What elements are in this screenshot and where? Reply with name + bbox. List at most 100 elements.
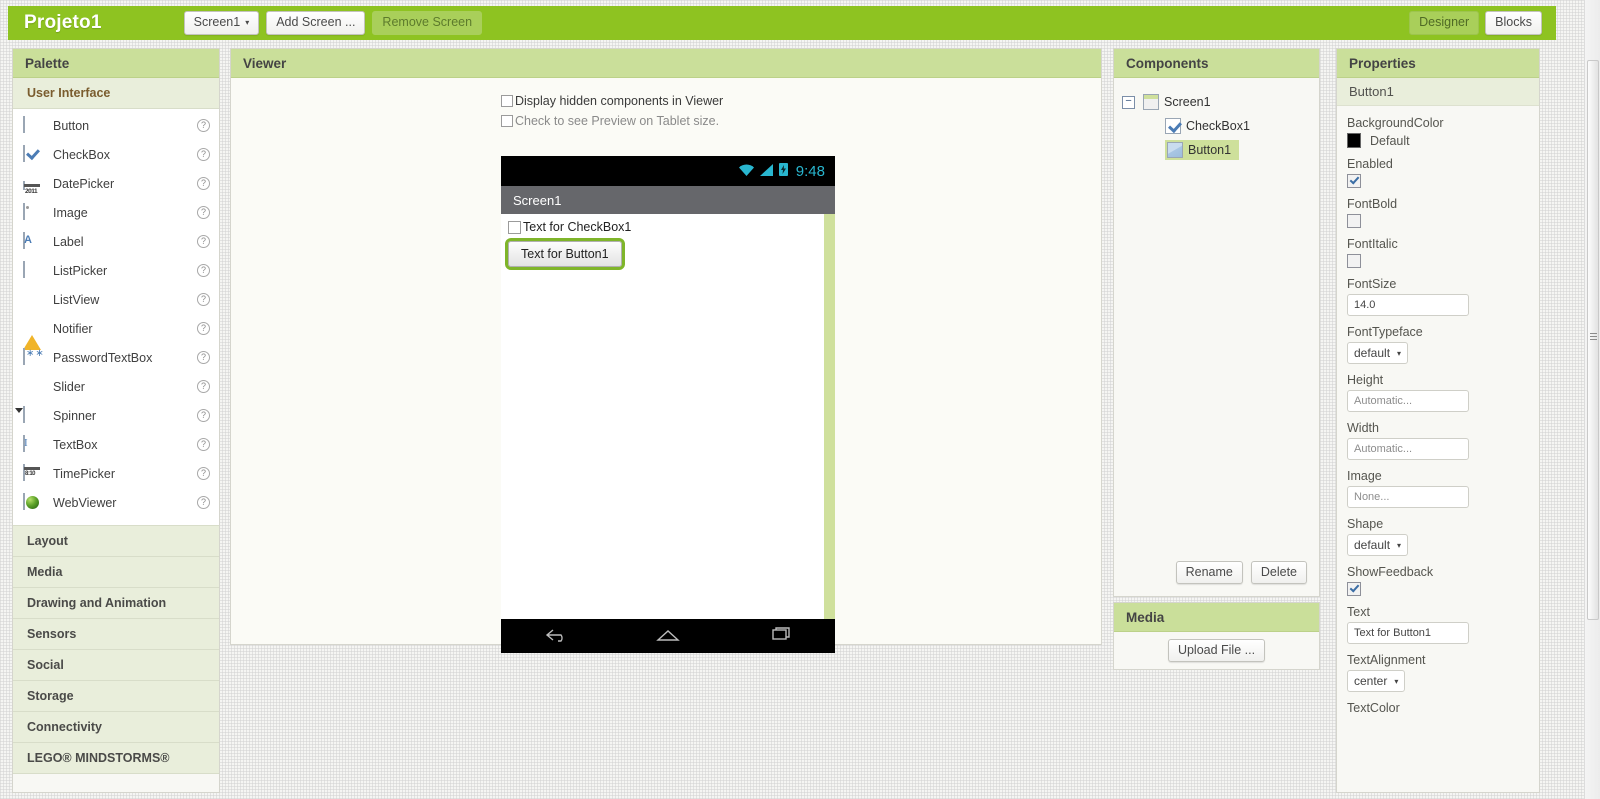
properties-header: Properties [1337, 49, 1539, 78]
property-input-fontsize[interactable]: 14.0 [1347, 294, 1469, 316]
help-icon[interactable]: ? [197, 264, 210, 277]
help-icon[interactable]: ? [197, 438, 210, 451]
checkbox-icon[interactable] [508, 221, 521, 234]
property-checkbox-fontbold[interactable] [1347, 214, 1361, 228]
property-select-fonttypeface[interactable]: default▾ [1347, 342, 1408, 364]
phone-vertical-scrollbar[interactable] [824, 214, 835, 619]
property-label-textcolor: TextColor [1347, 701, 1529, 715]
property-label-fonttypeface: FontTypeface [1347, 325, 1529, 339]
palette-section-storage[interactable]: Storage [13, 681, 219, 712]
palette-item-textbox[interactable]: TextBox? [13, 430, 219, 459]
help-icon[interactable]: ? [197, 119, 210, 132]
property-label-height: Height [1347, 373, 1529, 387]
palette-item-slider[interactable]: Slider? [13, 372, 219, 401]
help-icon[interactable]: ? [197, 235, 210, 248]
palette-item-spinner[interactable]: Spinner? [13, 401, 219, 430]
property-color-backgroundcolor[interactable]: Default [1347, 133, 1529, 148]
help-icon[interactable]: ? [197, 206, 210, 219]
tree-item-checkbox1[interactable]: CheckBox1 [1122, 114, 1319, 138]
palette-section-lego-mindstorms[interactable]: LEGO® MINDSTORMS® [13, 743, 219, 774]
help-icon[interactable]: ? [197, 496, 210, 509]
timepicker-icon [23, 465, 41, 483]
rename-button[interactable]: Rename [1176, 561, 1243, 585]
color-swatch-icon[interactable] [1347, 133, 1361, 148]
tablet-preview-checkbox[interactable]: Check to see Preview on Tablet size. [501, 114, 719, 128]
palette-section-layout[interactable]: Layout [13, 526, 219, 557]
form-button1[interactable]: Text for Button1 [508, 241, 622, 267]
help-icon[interactable]: ? [197, 409, 210, 422]
delete-button[interactable]: Delete [1251, 561, 1307, 585]
page-scrollbar-thumb[interactable] [1587, 60, 1599, 620]
property-label-image: Image [1347, 469, 1529, 483]
help-icon[interactable]: ? [197, 380, 210, 393]
recents-icon[interactable] [764, 625, 794, 648]
tree-item-screen1[interactable]: −Screen1 [1122, 90, 1319, 114]
chevron-down-icon: ▾ [1397, 349, 1401, 358]
property-checkbox-enabled[interactable] [1347, 174, 1361, 188]
property-input-height[interactable]: Automatic... [1347, 390, 1469, 412]
palette-item-passwordtextbox[interactable]: PasswordTextBox? [13, 343, 219, 372]
property-checkbox-showfeedback[interactable] [1347, 582, 1361, 596]
property-label-fontbold: FontBold [1347, 197, 1529, 211]
help-icon[interactable]: ? [197, 177, 210, 190]
screen-selector[interactable]: Screen1▾ [184, 11, 260, 35]
palette-item-datepicker[interactable]: DatePicker? [13, 169, 219, 198]
palette-section-user-interface[interactable]: User Interface [13, 78, 219, 109]
property-input-text[interactable]: Text for Button1 [1347, 622, 1469, 644]
phone-title-bar: Screen1 [501, 186, 835, 214]
palette-item-listpicker[interactable]: ListPicker? [13, 256, 219, 285]
palette-section-connectivity[interactable]: Connectivity [13, 712, 219, 743]
property-input-image[interactable]: None... [1347, 486, 1469, 508]
checkbox-icon[interactable] [501, 95, 513, 107]
checkbox-icon[interactable] [501, 115, 513, 127]
tree-collapse-toggle[interactable]: − [1122, 96, 1135, 109]
property-checkbox-fontitalic[interactable] [1347, 254, 1361, 268]
signal-icon [759, 163, 774, 180]
help-icon[interactable]: ? [197, 148, 210, 161]
palette-item-label: DatePicker [53, 177, 197, 191]
palette-section-media[interactable]: Media [13, 557, 219, 588]
component-tree: −Screen1CheckBox1Button1 [1114, 78, 1319, 162]
blocks-tab[interactable]: Blocks [1485, 11, 1542, 35]
help-icon[interactable]: ? [197, 467, 210, 480]
media-panel: Media Upload File ... [1113, 602, 1320, 670]
image-icon [23, 204, 41, 222]
palette-item-timepicker[interactable]: TimePicker? [13, 459, 219, 488]
help-icon[interactable]: ? [197, 322, 210, 335]
property-select-textalignment[interactable]: center▾ [1347, 670, 1405, 692]
palette-item-listview[interactable]: ListView? [13, 285, 219, 314]
palette-item-label[interactable]: Label? [13, 227, 219, 256]
property-label-fontitalic: FontItalic [1347, 237, 1529, 251]
textbox-icon [23, 436, 41, 454]
palette-section-social[interactable]: Social [13, 650, 219, 681]
palette-item-notifier[interactable]: Notifier? [13, 314, 219, 343]
button-icon [1167, 142, 1183, 158]
wifi-icon [738, 163, 755, 180]
palette-item-webviewer[interactable]: WebViewer? [13, 488, 219, 517]
home-icon[interactable] [653, 625, 683, 648]
help-icon[interactable]: ? [197, 351, 210, 364]
palette-section-drawing-and-animation[interactable]: Drawing and Animation [13, 588, 219, 619]
label-icon [23, 233, 41, 251]
help-icon[interactable]: ? [197, 293, 210, 306]
palette-item-checkbox[interactable]: CheckBox? [13, 140, 219, 169]
palette-item-button[interactable]: Button? [13, 111, 219, 140]
property-input-width[interactable]: Automatic... [1347, 438, 1469, 460]
property-select-shape[interactable]: default▾ [1347, 534, 1408, 556]
viewer-header: Viewer [231, 49, 1101, 78]
top-toolbar: Projeto1 Screen1▾ Add Screen ... Remove … [8, 6, 1556, 40]
back-icon[interactable] [542, 625, 572, 648]
palette-item-image[interactable]: Image? [13, 198, 219, 227]
designer-tab[interactable]: Designer [1409, 11, 1479, 35]
palette-item-label: CheckBox [53, 148, 197, 162]
upload-file-button[interactable]: Upload File ... [1168, 639, 1265, 663]
show-hidden-components-checkbox[interactable]: Display hidden components in Viewer [501, 94, 723, 108]
form-checkbox1[interactable]: Text for CheckBox1 [501, 214, 835, 234]
tree-item-selected[interactable]: Button1 [1165, 140, 1239, 160]
screen-selector-label: Screen1 [194, 15, 241, 29]
add-screen-button[interactable]: Add Screen ... [266, 11, 365, 35]
palette-section-sensors[interactable]: Sensors [13, 619, 219, 650]
page-scrollbar[interactable] [1584, 0, 1600, 799]
view-mode-toggle: Designer Blocks [1409, 11, 1542, 35]
tree-item-button1[interactable]: Button1 [1122, 138, 1319, 162]
